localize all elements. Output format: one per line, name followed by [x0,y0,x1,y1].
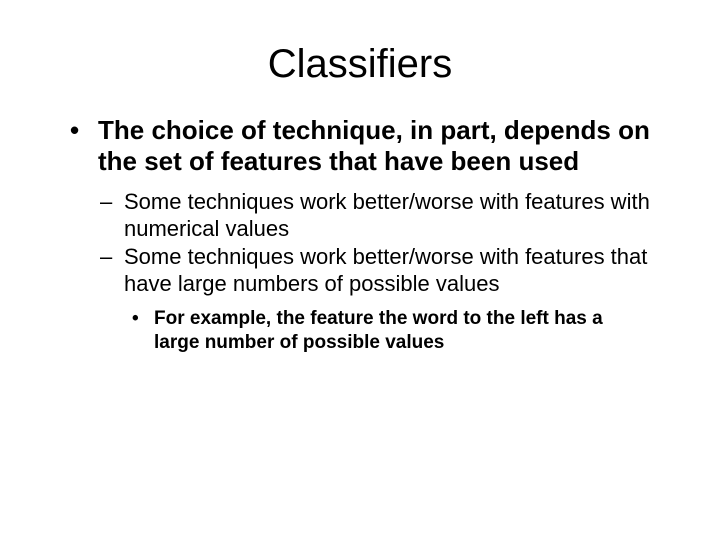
bullet-text: Some techniques work better/worse with f… [124,189,650,242]
example-feature-name: the word to the left [379,308,549,329]
bullet-dash-icon: – [100,189,124,242]
bullet-level-2: – Some techniques work better/worse with… [100,189,650,242]
example-prefix: For example, the feature [154,308,379,329]
slide: Classifiers • The choice of technique, i… [0,42,720,540]
slide-body: • The choice of technique, in part, depe… [0,115,720,354]
slide-title: Classifiers [0,42,720,87]
bullet-level-3: • For example, the feature the word to t… [132,307,650,355]
bullet-level-1: • The choice of technique, in part, depe… [70,115,650,177]
bullet-text: For example, the feature the word to the… [154,307,650,355]
bullet-dash-icon: – [100,244,124,297]
bullet-dot-icon: • [70,115,98,177]
bullet-dot-icon: • [132,307,154,355]
bullet-level-2: – Some techniques work better/worse with… [100,244,650,297]
bullet-text: Some techniques work better/worse with f… [124,244,650,297]
bullet-text: The choice of technique, in part, depend… [98,115,650,177]
